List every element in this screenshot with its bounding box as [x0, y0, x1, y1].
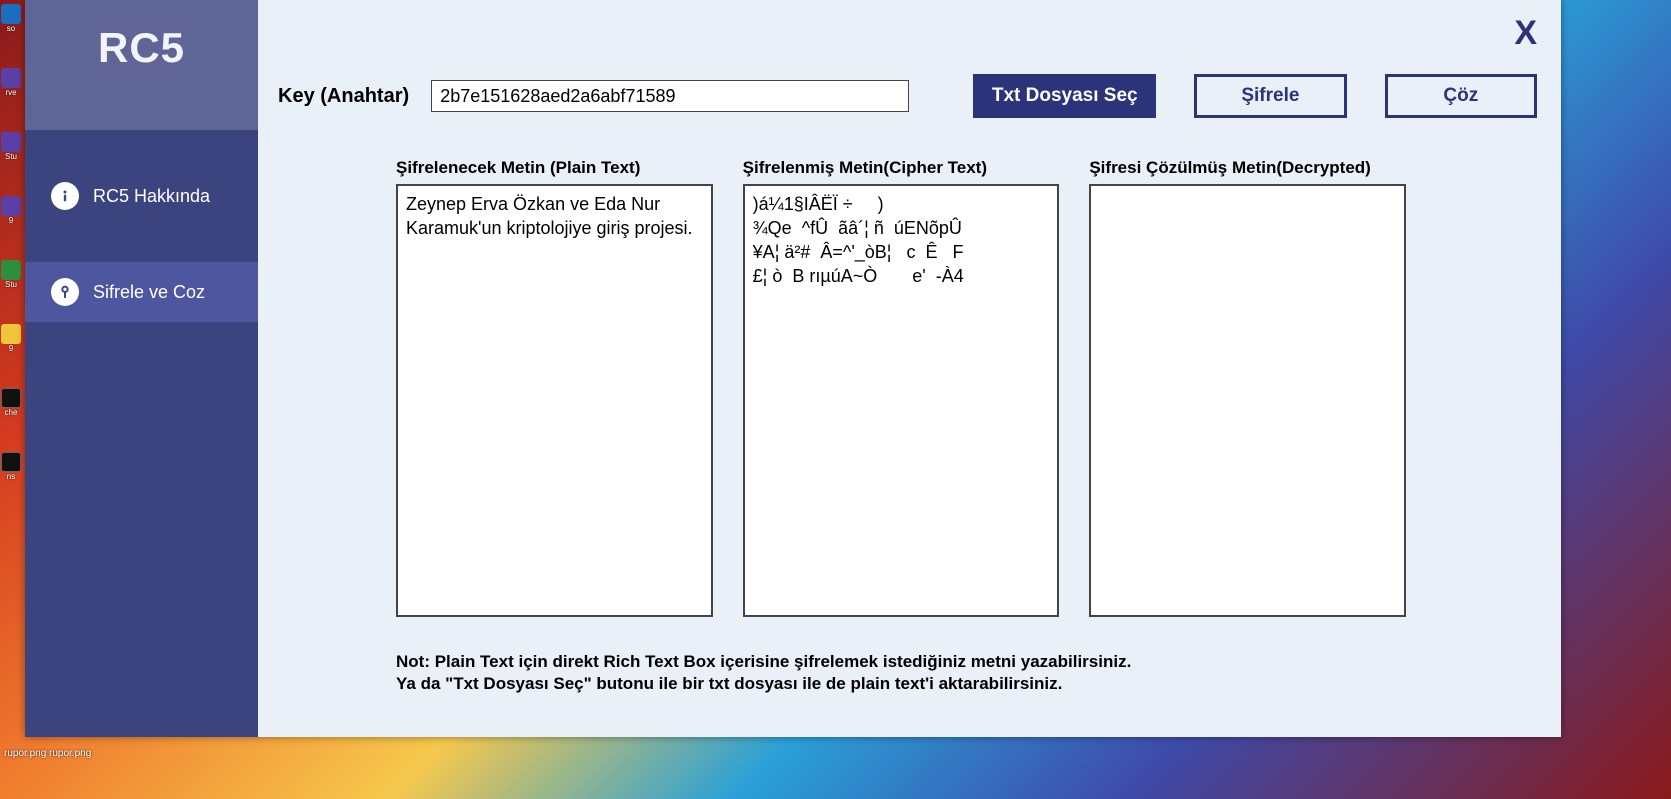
encrypt-button[interactable]: Şifrele [1194, 74, 1346, 118]
sidebar-item-about[interactable]: RC5 Hakkında [25, 166, 258, 226]
info-icon [51, 182, 79, 210]
col-decrypted: Şifresi Çözülmüş Metin(Decrypted) [1089, 158, 1406, 617]
desktop-icon-strip: so rve Stu 9 Stu 9 che ns [0, 0, 25, 799]
decrypted-text-output[interactable] [1089, 184, 1406, 617]
plain-label: Şifrelenecek Metin (Plain Text) [396, 158, 713, 178]
key-input[interactable] [431, 80, 909, 112]
decrypt-button[interactable]: Çöz [1385, 74, 1537, 118]
footer-note-line2: Ya da "Txt Dosyası Seç" butonu ile bir t… [396, 673, 1537, 695]
key-icon [51, 278, 79, 306]
decrypted-label: Şifresi Çözülmüş Metin(Decrypted) [1089, 158, 1406, 178]
close-button[interactable]: X [1514, 14, 1537, 53]
key-row: Key (Anahtar) Txt Dosyası Seç Şifrele Çö… [278, 74, 1537, 118]
sidebar-item-label: Sifrele ve Coz [93, 282, 205, 303]
sidebar-item-encrypt-decrypt[interactable]: Sifrele ve Coz [25, 262, 258, 322]
footer-note: Not: Plain Text için direkt Rich Text Bo… [396, 651, 1537, 695]
col-cipher: Şifrelenmiş Metin(Cipher Text) [743, 158, 1060, 617]
cipher-label: Şifrelenmiş Metin(Cipher Text) [743, 158, 1060, 178]
desktop-bottom-caption: rupor.png rupor.png [0, 748, 91, 759]
app-title: RC5 [25, 0, 258, 130]
main-panel: X Key (Anahtar) Txt Dosyası Seç Şifrele … [258, 0, 1561, 737]
sidebar-item-label: RC5 Hakkında [93, 186, 210, 207]
sidebar: RC5 RC5 Hakkında Sifrele ve Coz [25, 0, 258, 737]
key-label: Key (Anahtar) [278, 85, 415, 108]
cipher-text-output[interactable] [743, 184, 1060, 617]
text-columns: Şifrelenecek Metin (Plain Text) Şifrelen… [396, 158, 1406, 617]
col-plain: Şifrelenecek Metin (Plain Text) [396, 158, 713, 617]
footer-note-line1: Not: Plain Text için direkt Rich Text Bo… [396, 651, 1537, 673]
select-txt-button[interactable]: Txt Dosyası Seç [973, 74, 1156, 118]
app-window: RC5 RC5 Hakkında Sifrele ve Coz X Key (A… [25, 0, 1561, 737]
plain-text-input[interactable] [396, 184, 713, 617]
